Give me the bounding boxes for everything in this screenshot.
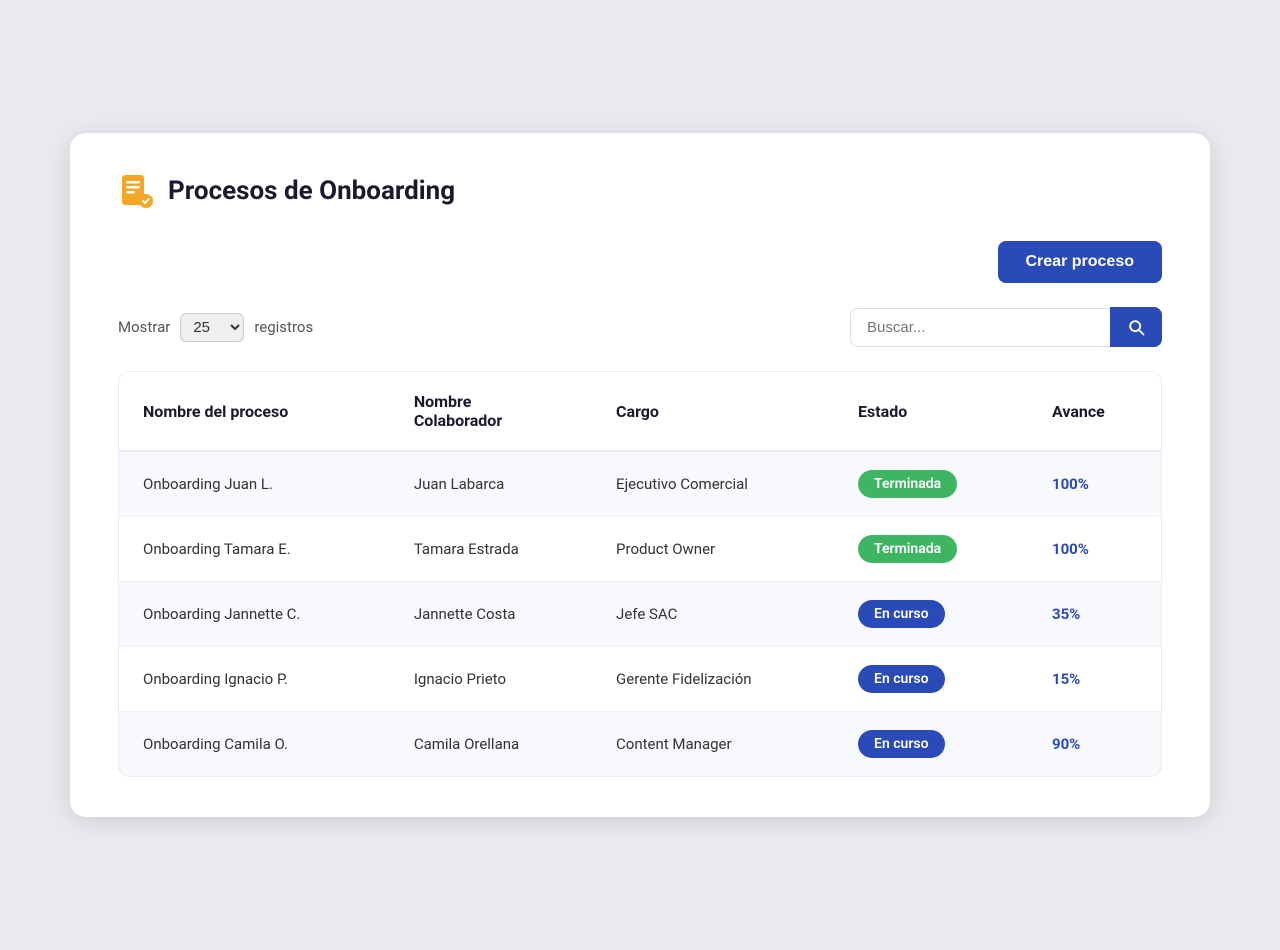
entries-select[interactable]: 25 10 50 100 [180,313,244,342]
cell-avance: 100% [1028,451,1161,517]
cell-colaborador: Juan Labarca [390,451,592,517]
col-colaborador: NombreColaborador [390,372,592,451]
cell-avance: 100% [1028,517,1161,582]
col-estado: Estado [834,372,1028,451]
cell-avance: 90% [1028,712,1161,777]
header: Procesos de Onboarding [118,173,1162,209]
page-title: Procesos de Onboarding [168,176,455,206]
table-row[interactable]: Onboarding Juan L.Juan LabarcaEjecutivo … [119,451,1161,517]
cell-estado: En curso [834,647,1028,712]
cell-cargo: Gerente Fidelización [592,647,834,712]
table-body: Onboarding Juan L.Juan LabarcaEjecutivo … [119,451,1161,776]
table-container: Nombre del proceso NombreColaborador Car… [118,371,1162,777]
processes-table: Nombre del proceso NombreColaborador Car… [119,372,1161,776]
search-box [850,307,1162,347]
col-avance: Avance [1028,372,1161,451]
search-input[interactable] [850,308,1110,347]
cell-estado: Terminada [834,451,1028,517]
create-process-button[interactable]: Crear proceso [998,241,1163,283]
cell-cargo: Jefe SAC [592,582,834,647]
controls: Mostrar 25 10 50 100 registros [118,307,1162,347]
cell-proceso: Onboarding Jannette C. [119,582,390,647]
table-row[interactable]: Onboarding Camila O.Camila OrellanaConte… [119,712,1161,777]
cell-colaborador: Jannette Costa [390,582,592,647]
page-icon [118,173,154,209]
cell-proceso: Onboarding Tamara E. [119,517,390,582]
status-badge: Terminada [858,470,957,498]
cell-estado: En curso [834,712,1028,777]
cell-avance: 15% [1028,647,1161,712]
cell-colaborador: Tamara Estrada [390,517,592,582]
col-cargo: Cargo [592,372,834,451]
cell-cargo: Content Manager [592,712,834,777]
cell-proceso: Onboarding Juan L. [119,451,390,517]
status-badge: En curso [858,665,944,693]
show-label: Mostrar [118,318,170,336]
cell-proceso: Onboarding Camila O. [119,712,390,777]
cell-estado: Terminada [834,517,1028,582]
cell-colaborador: Camila Orellana [390,712,592,777]
status-badge: En curso [858,600,944,628]
search-button[interactable] [1110,307,1162,347]
table-row[interactable]: Onboarding Jannette C.Jannette CostaJefe… [119,582,1161,647]
cell-cargo: Ejecutivo Comercial [592,451,834,517]
col-proceso: Nombre del proceso [119,372,390,451]
cell-colaborador: Ignacio Prieto [390,647,592,712]
table-row[interactable]: Onboarding Tamara E.Tamara EstradaProduc… [119,517,1161,582]
toolbar: Crear proceso [118,241,1162,283]
cell-proceso: Onboarding Ignacio P. [119,647,390,712]
cell-cargo: Product Owner [592,517,834,582]
status-badge: En curso [858,730,944,758]
table-row[interactable]: Onboarding Ignacio P.Ignacio PrietoGeren… [119,647,1161,712]
cell-avance: 35% [1028,582,1161,647]
search-icon [1126,317,1146,337]
cell-estado: En curso [834,582,1028,647]
show-entries: Mostrar 25 10 50 100 registros [118,313,313,342]
entries-label: registros [254,318,313,336]
main-card: Procesos de Onboarding Crear proceso Mos… [70,133,1210,817]
status-badge: Terminada [858,535,957,563]
table-header: Nombre del proceso NombreColaborador Car… [119,372,1161,451]
